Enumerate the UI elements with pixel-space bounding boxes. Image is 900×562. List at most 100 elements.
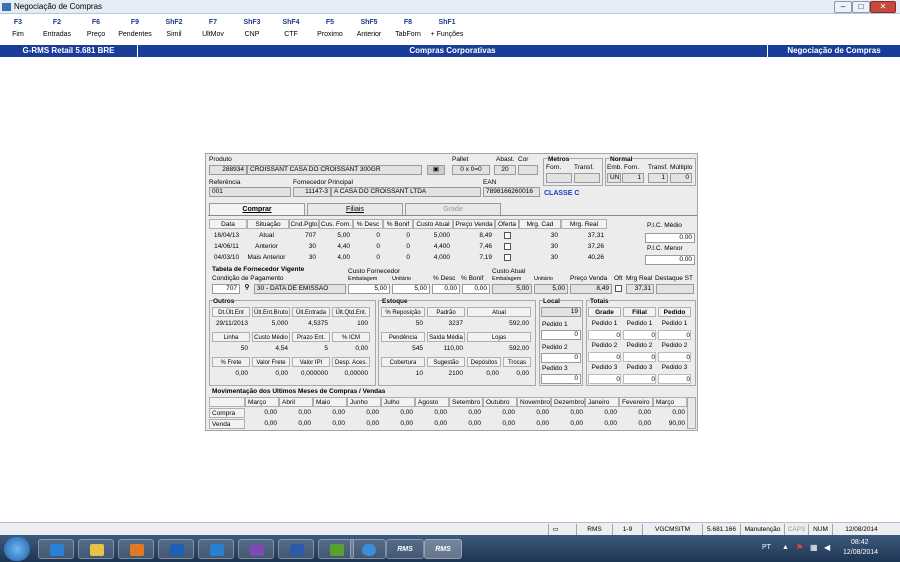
tab-filiais[interactable]: Filiais <box>307 203 403 215</box>
bonif-field[interactable]: 0,00 <box>462 284 490 294</box>
mov-value: 0,00 <box>434 420 447 427</box>
network-tray-icon[interactable]: ▦ <box>810 543 818 552</box>
custo-emb-field[interactable]: 5,00 <box>348 284 390 294</box>
hist-cell: 7,19 <box>479 254 492 261</box>
mov-value: 0,00 <box>332 409 345 416</box>
tab-grade[interactable]: Grade <box>405 203 501 215</box>
local-pedido3-field[interactable]: 0 <box>541 374 581 384</box>
totais-cell[interactable]: 0 <box>658 352 691 362</box>
camera-icon[interactable]: ▣ <box>427 165 445 175</box>
totais-cell[interactable]: 0 <box>623 330 656 340</box>
normal-label: Normal <box>610 156 633 163</box>
taskbar-word[interactable] <box>278 539 314 559</box>
taskbar-rms-1[interactable]: RMS <box>386 539 424 559</box>
estoque-value: 592,00 <box>509 345 529 352</box>
status-2: VGCMSITM <box>642 524 702 535</box>
emb-label: Embalagem <box>348 276 378 282</box>
oferta-checkbox[interactable] <box>504 254 511 261</box>
classe-label: CLASSE C <box>544 190 580 197</box>
hist-cell: 30 <box>550 243 558 250</box>
hist-cell: 0 <box>376 232 380 239</box>
outros-value: 100 <box>357 320 368 327</box>
status-3: 5.681.166 <box>702 524 740 535</box>
folder-icon <box>90 544 104 556</box>
transf2-label: Transf. <box>648 164 668 171</box>
totais-cell[interactable]: 0 <box>623 352 656 362</box>
totais-cell[interactable]: 0 <box>588 352 621 362</box>
local-pedido3-label: Pedido 3 <box>542 365 568 372</box>
clock-date[interactable]: 12/08/2014 <box>843 549 878 556</box>
hist-cell: 0 <box>406 243 410 250</box>
pic-menor-label: P.I.C. Menor <box>647 245 683 252</box>
oferta-checkbox[interactable] <box>504 232 511 239</box>
fornecedor-name: A CASA DO CROISSANT LTDA <box>331 187 481 197</box>
taskbar-tool[interactable] <box>318 539 354 559</box>
mov-value: 0,00 <box>366 409 379 416</box>
mov-value: 0,00 <box>672 409 685 416</box>
totais-cell[interactable]: 0 <box>658 330 691 340</box>
taskbar-ie[interactable] <box>38 539 74 559</box>
pv-field: 8,49 <box>570 284 612 294</box>
referencia-label: Referência <box>209 179 241 186</box>
module-title: Compras Corporativas <box>138 45 768 57</box>
outros-value: 5,000 <box>271 320 288 327</box>
clock-time[interactable]: 08:42 <box>851 539 869 546</box>
maximize-button[interactable]: □ <box>852 1 870 13</box>
mov-month: Julho <box>381 397 415 407</box>
fornecedor-code[interactable]: 11147-3 <box>293 187 331 197</box>
tab-comprar[interactable]: Comprar <box>209 203 305 215</box>
minimize-button[interactable]: – <box>834 1 852 13</box>
fkey-shf1[interactable]: ShF1 + Funções <box>422 19 472 38</box>
close-button[interactable]: ✕ <box>870 1 896 13</box>
start-button[interactable] <box>4 537 30 561</box>
taskbar-app[interactable] <box>238 539 274 559</box>
totais-cell[interactable]: 0 <box>588 330 621 340</box>
header-bar: G-RMS Retail 5.681 BRE Compras Corporati… <box>0 45 900 57</box>
ca-emb-field: 5,00 <box>492 284 532 294</box>
referencia-field[interactable]: 001 <box>209 187 291 197</box>
tray-arrow-icon[interactable]: ▲ <box>782 544 789 551</box>
local-pedido1-field[interactable]: 0 <box>541 330 581 340</box>
local-pedido2-field[interactable]: 0 <box>541 353 581 363</box>
screen-title: Negociação de Compras <box>787 46 881 55</box>
mov-month: Março <box>653 397 687 407</box>
hist-cell: 0 <box>376 254 380 261</box>
produto-name[interactable]: CROISSANT CASA DO CROISSANT 300GR <box>247 165 422 175</box>
flag-icon[interactable]: ⚑ <box>796 543 803 552</box>
metros-transf-label: Transf. <box>574 164 594 171</box>
taskbar-network[interactable] <box>350 539 386 559</box>
totais-cell[interactable]: 0 <box>588 374 621 384</box>
mov-scrollbar[interactable] <box>687 397 696 429</box>
hist-header: Data <box>209 219 247 229</box>
totais-cell[interactable]: 0 <box>623 374 656 384</box>
pallet-field: 0 x 0=0 <box>452 165 490 175</box>
tab-divider <box>208 215 697 216</box>
cond-code-field[interactable]: 707 <box>212 284 240 294</box>
version-label: G-RMS Retail 5.681 BRE <box>0 45 138 57</box>
media-icon <box>130 544 144 556</box>
taskbar-outlook[interactable] <box>158 539 194 559</box>
estoque-header: Padrão <box>427 307 465 317</box>
outros-value: 0,00000 <box>344 370 369 377</box>
taskbar-explorer[interactable] <box>78 539 114 559</box>
produto-code[interactable]: 288934 <box>209 165 247 175</box>
estoque-value: 0,00 <box>486 370 499 377</box>
hist-cell: 40,26 <box>587 254 604 261</box>
status-1: 1-9 <box>612 524 642 535</box>
taskbar-media[interactable] <box>118 539 154 559</box>
custo-unit-field[interactable]: 5,00 <box>392 284 430 294</box>
binoculars-icon[interactable]: ⚲ <box>241 284 253 294</box>
ean-field: 7898166260016 <box>483 187 540 197</box>
mov-month: Agosto <box>415 397 449 407</box>
totais-cell[interactable]: 0 <box>658 374 691 384</box>
oferta-checkbox[interactable] <box>615 285 622 292</box>
hist-cell: 30 <box>550 232 558 239</box>
taskbar: RMS RMS PT ▲ ⚑ ▦ ◀ 08:42 12/08/2014 <box>0 535 900 562</box>
lang-indicator[interactable]: PT <box>762 544 771 551</box>
estoque-value: 3237 <box>448 320 463 327</box>
desc-field[interactable]: 0,00 <box>432 284 460 294</box>
taskbar-rms-2[interactable]: RMS <box>424 539 462 559</box>
taskbar-lync[interactable] <box>198 539 234 559</box>
volume-icon[interactable]: ◀ <box>824 543 830 552</box>
oferta-checkbox[interactable] <box>504 243 511 250</box>
